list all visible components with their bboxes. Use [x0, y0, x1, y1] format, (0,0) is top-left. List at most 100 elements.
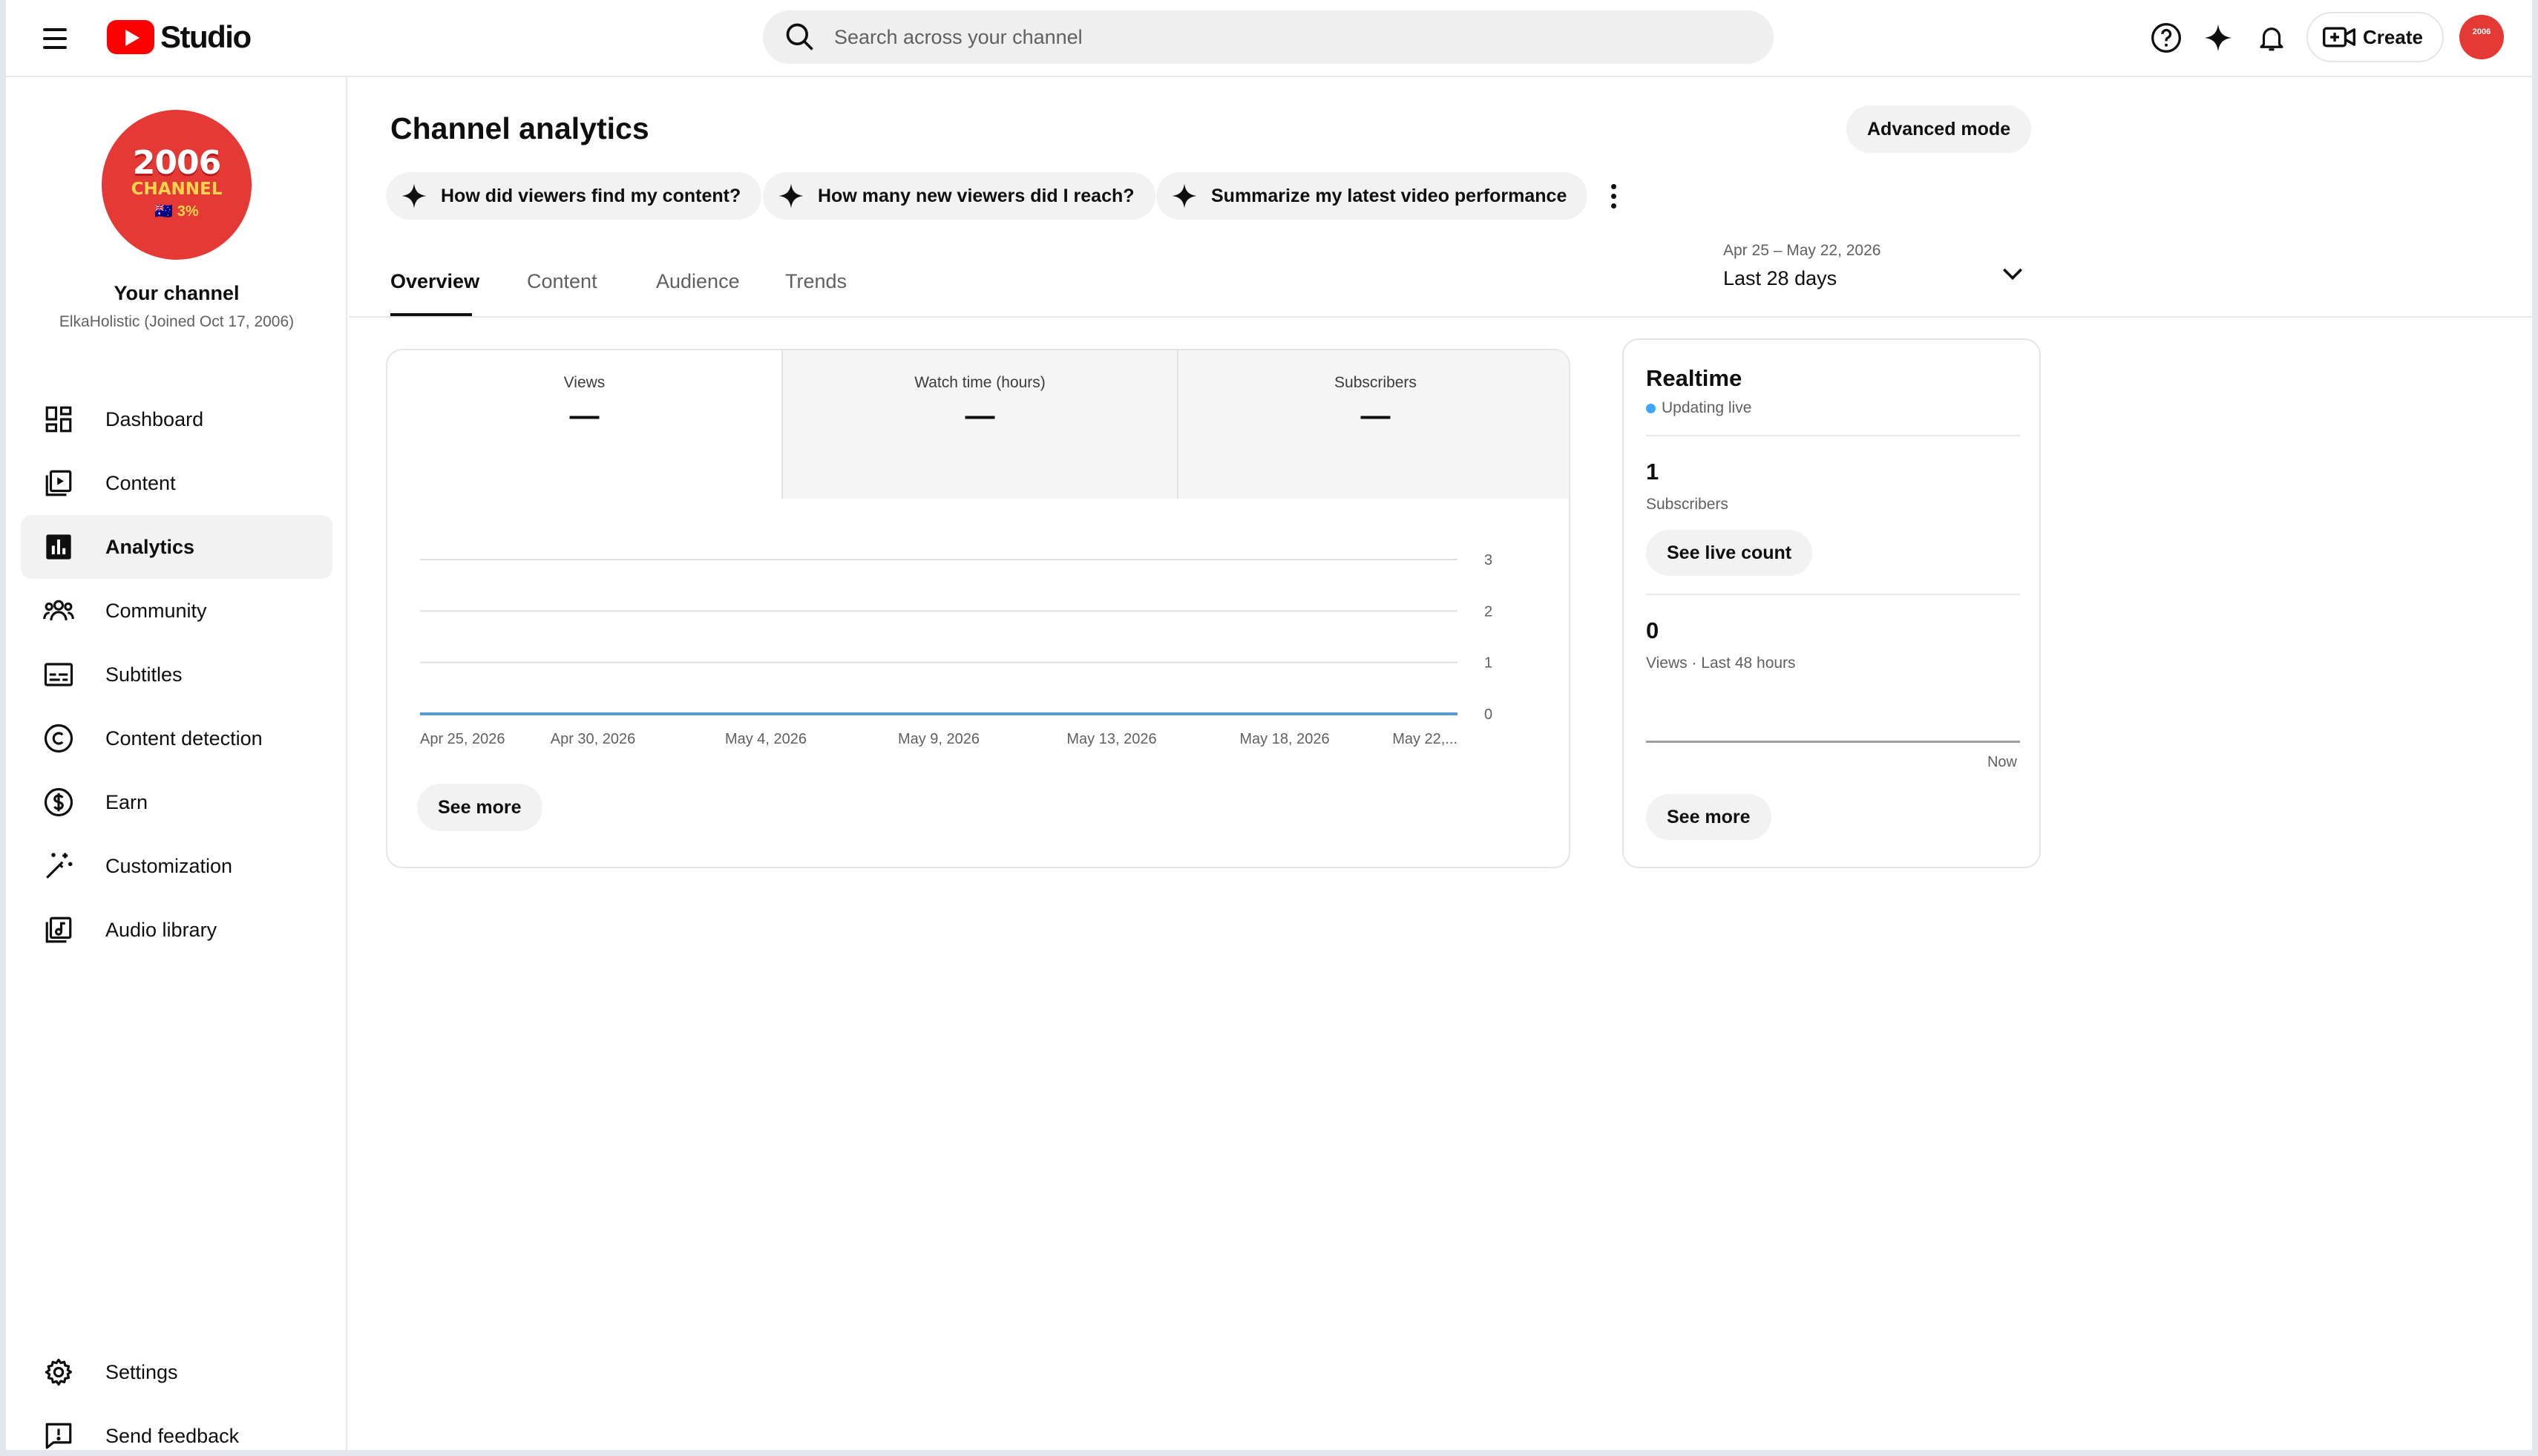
metric-label: Watch time (hours) [914, 374, 1046, 391]
content-icon [42, 466, 76, 500]
see-live-count-button[interactable]: See live count [1646, 530, 1813, 576]
realtime-subscribers-value: 1 [1646, 459, 1659, 485]
main-content: Channel analytics Advanced mode How did … [349, 77, 2532, 1450]
community-icon [42, 594, 76, 628]
sidebar-item-subtitles[interactable]: Subtitles [21, 643, 332, 706]
sidebar-item-label: Audio library [105, 918, 217, 941]
more-vert-icon[interactable] [1600, 178, 1627, 215]
sidebar-item-settings[interactable]: Settings [21, 1340, 332, 1404]
sidebar-item-label: Send feedback [105, 1424, 240, 1447]
tab-content[interactable]: Content [527, 270, 597, 293]
metric-value: — [1360, 399, 1391, 432]
channel-avatar-line1: 2006 [132, 144, 221, 182]
channel-title: Your channel [114, 282, 240, 304]
tabs-divider [349, 316, 2532, 318]
sidebar-item-label: Content [105, 471, 176, 494]
sparkle-icon [1172, 183, 1197, 209]
advanced-mode-button[interactable]: Advanced mode [1846, 105, 2032, 153]
sidebar-item-earn[interactable]: Earn [21, 770, 332, 834]
ask-chip-new-viewers[interactable]: How many new viewers did I reach? [763, 172, 1155, 220]
live-dot-icon [1646, 403, 1656, 413]
analytics-icon [42, 530, 76, 564]
realtime-card: Realtime Updating live 1 Subscribers See… [1622, 338, 2041, 868]
x-tick-label: Apr 30, 2026 [551, 731, 636, 747]
sidebar-item-dashboard[interactable]: Dashboard [21, 387, 332, 451]
ask-chip-summarize[interactable]: Summarize my latest video performance [1156, 172, 1588, 220]
x-tick-label: May 9, 2026 [898, 731, 980, 747]
realtime-see-more-button[interactable]: See more [1646, 794, 1771, 840]
sidebar-item-label: Community [105, 599, 207, 622]
sidebar: 2006 CHANNEL 🇦🇺 3% Your channel ElkaHoli… [6, 77, 347, 1450]
sidebar-item-content-detection[interactable]: Content detection [21, 706, 332, 770]
date-range-picker[interactable]: Apr 25 – May 22, 2026 Last 28 days [1723, 242, 2035, 304]
see-more-button[interactable]: See more [417, 784, 542, 831]
sidebar-item-content[interactable]: Content [21, 451, 332, 515]
date-range-period: Last 28 days [1723, 267, 1837, 289]
tab-trends[interactable]: Trends [785, 270, 847, 293]
menu-icon[interactable] [39, 22, 71, 55]
metric-label: Views [563, 374, 606, 391]
sidebar-item-label: Content detection [105, 727, 263, 750]
y-tick-label: 1 [1484, 655, 1492, 672]
date-range-dates: Apr 25 – May 22, 2026 [1723, 242, 1881, 259]
sparkle-icon[interactable] [2200, 19, 2237, 56]
metric-watch-time[interactable]: Watch time (hours) — [783, 350, 1177, 499]
metric-subscribers[interactable]: Subscribers — [1178, 350, 1569, 499]
feedback-icon [42, 1419, 76, 1450]
divider [1646, 594, 2020, 595]
account-avatar-text: 2006 [2472, 27, 2491, 36]
page-title: Channel analytics [390, 111, 649, 145]
realtime-now-label: Now [1987, 754, 2017, 770]
sparkle-icon [778, 183, 804, 209]
dollar-icon [42, 785, 76, 819]
sidebar-item-customization[interactable]: Customization [21, 834, 332, 898]
account-avatar[interactable]: 2006 [2459, 15, 2504, 59]
sidebar-item-analytics[interactable]: Analytics [21, 515, 332, 579]
channel-avatar-line3: 🇦🇺 3% [154, 203, 199, 220]
metric-label: Subscribers [1334, 374, 1417, 391]
chip-label: How many new viewers did I reach? [818, 185, 1135, 206]
magic-wand-icon [42, 849, 76, 883]
sidebar-item-audio-library[interactable]: Audio library [21, 898, 332, 962]
sidebar-item-community[interactable]: Community [21, 579, 332, 643]
x-tick-label: Apr 25, 2026 [420, 731, 505, 747]
x-tick-label: May 22,... [1392, 731, 1457, 747]
search-bar[interactable] [763, 10, 1774, 64]
search-input[interactable] [834, 25, 1725, 49]
ask-chip-viewers-find[interactable]: How did viewers find my content? [386, 172, 762, 220]
x-tick-label: May 4, 2026 [725, 731, 807, 747]
top-bar: Studio Create 2006 [6, 0, 2532, 77]
tab-overview[interactable]: Overview [390, 270, 479, 293]
sidebar-item-label: Earn [105, 790, 148, 813]
realtime-views-value: 0 [1646, 617, 1659, 643]
sidebar-item-send-feedback[interactable]: Send feedback [21, 1404, 332, 1450]
tab-audience[interactable]: Audience [656, 270, 740, 293]
help-icon[interactable] [2148, 19, 2185, 56]
gear-icon [42, 1355, 76, 1389]
metric-views[interactable]: Views — [387, 350, 781, 499]
overview-card: Views — Watch time (hours) — Subscribers… [386, 349, 1570, 868]
y-tick-label: 3 [1484, 552, 1492, 568]
y-tick-label: 2 [1484, 603, 1492, 620]
chip-label: Summarize my latest video performance [1211, 185, 1567, 206]
dashboard-icon [42, 402, 76, 436]
subtitles-icon [42, 658, 76, 692]
x-tick-label: May 18, 2026 [1239, 731, 1329, 747]
views-line-chart: 0 1 2 3 Apr 25, 2026 Apr 30, 2026 May 4, 2026 M… [420, 552, 1492, 747]
studio-logo[interactable]: Studio [107, 18, 252, 56]
realtime-chart-axis [1646, 741, 2020, 743]
metric-value: — [965, 399, 995, 432]
notifications-bell-icon[interactable] [2253, 19, 2290, 56]
y-tick-label: 0 [1484, 706, 1492, 723]
chevron-down-icon [2003, 268, 2022, 281]
create-button[interactable]: Create [2306, 12, 2444, 62]
sidebar-item-label: Analytics [105, 535, 195, 558]
copyright-icon [42, 721, 76, 755]
sidebar-item-label: Dashboard [105, 407, 204, 430]
realtime-subscribers-label: Subscribers [1646, 496, 1728, 513]
channel-avatar[interactable]: 2006 CHANNEL 🇦🇺 3% [102, 110, 252, 260]
x-tick-label: May 13, 2026 [1066, 731, 1156, 747]
chip-label: How did viewers find my content? [441, 185, 741, 206]
realtime-views-label: Views · Last 48 hours [1646, 655, 1796, 672]
realtime-status: Updating live [1646, 399, 1751, 417]
